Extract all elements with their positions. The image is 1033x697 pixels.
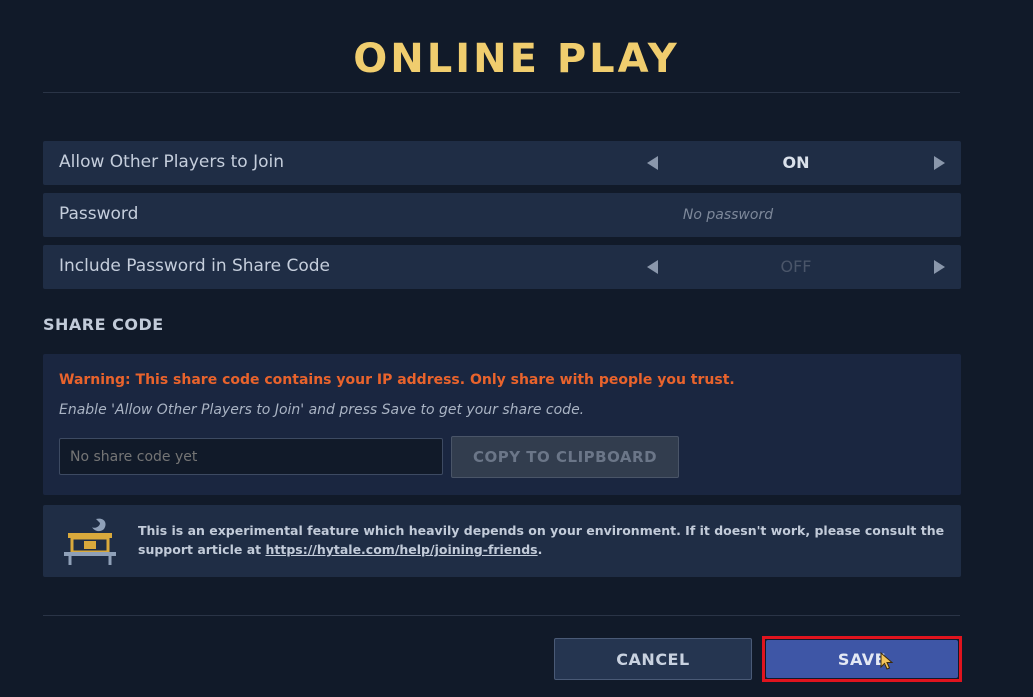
share-code-input[interactable] (59, 438, 443, 475)
setting-label: Password (59, 204, 139, 224)
arrow-left-icon[interactable] (647, 156, 658, 170)
cancel-button[interactable]: CANCEL (554, 638, 752, 680)
setting-row-include-password: Include Password in Share Code OFF (43, 245, 961, 289)
setting-label: Allow Other Players to Join (59, 152, 285, 172)
arrow-left-icon[interactable] (647, 260, 658, 274)
setting-row-allow-join: Allow Other Players to Join ON (43, 141, 961, 185)
copy-to-clipboard-button[interactable]: COPY TO CLIPBOARD (451, 436, 679, 478)
info-text-suffix: . (537, 542, 543, 557)
allow-join-value: ON (782, 153, 810, 172)
arrow-right-icon[interactable] (934, 156, 945, 170)
share-code-hint: Enable 'Allow Other Players to Join' and… (59, 402, 585, 418)
experimental-info-panel: This is an experimental feature which he… (43, 505, 961, 577)
arrow-right-icon[interactable] (934, 260, 945, 274)
setting-row-password[interactable]: Password No password (43, 193, 961, 237)
share-code-heading: SHARE CODE (43, 315, 164, 334)
page-title: ONLINE PLAY (353, 36, 680, 82)
share-code-warning: Warning: This share code contains your I… (59, 372, 735, 388)
include-password-value: OFF (780, 257, 812, 276)
password-field[interactable]: No password (663, 207, 793, 223)
setting-label: Include Password in Share Code (59, 256, 330, 276)
support-article-link[interactable]: https://hytale.com/help/joining-friends (265, 542, 537, 557)
mouse-cursor-icon (880, 652, 894, 670)
experimental-info-text: This is an experimental feature which he… (138, 521, 953, 559)
experimental-workbench-icon (64, 518, 116, 565)
title-divider (43, 92, 960, 93)
share-code-panel: Warning: This share code contains your I… (43, 354, 961, 495)
save-button[interactable]: SAVE (766, 640, 958, 678)
footer-divider (43, 615, 960, 616)
